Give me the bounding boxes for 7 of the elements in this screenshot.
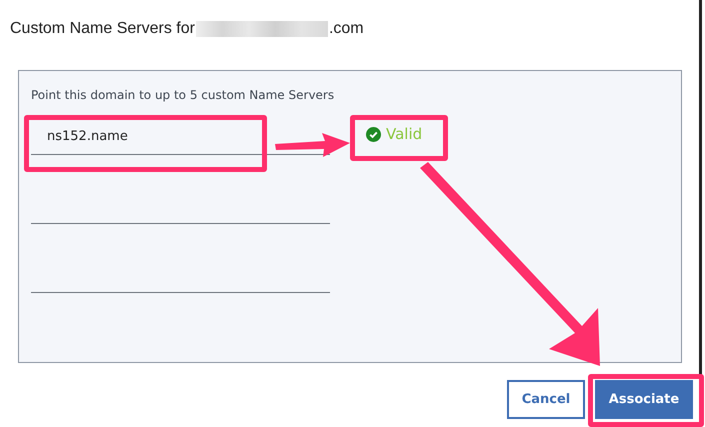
associate-button[interactable]: Associate (595, 380, 693, 419)
dialog-title: Custom Name Servers for (10, 20, 195, 38)
input-field[interactable]: ns152.name (31, 120, 271, 155)
cancel-button[interactable]: Cancel (507, 380, 585, 419)
instruction-text: Point this domain to up to 5 custom Name Servers (31, 88, 336, 102)
domain-suffix: .com (328, 20, 364, 38)
status-text: Valid (386, 125, 422, 143)
